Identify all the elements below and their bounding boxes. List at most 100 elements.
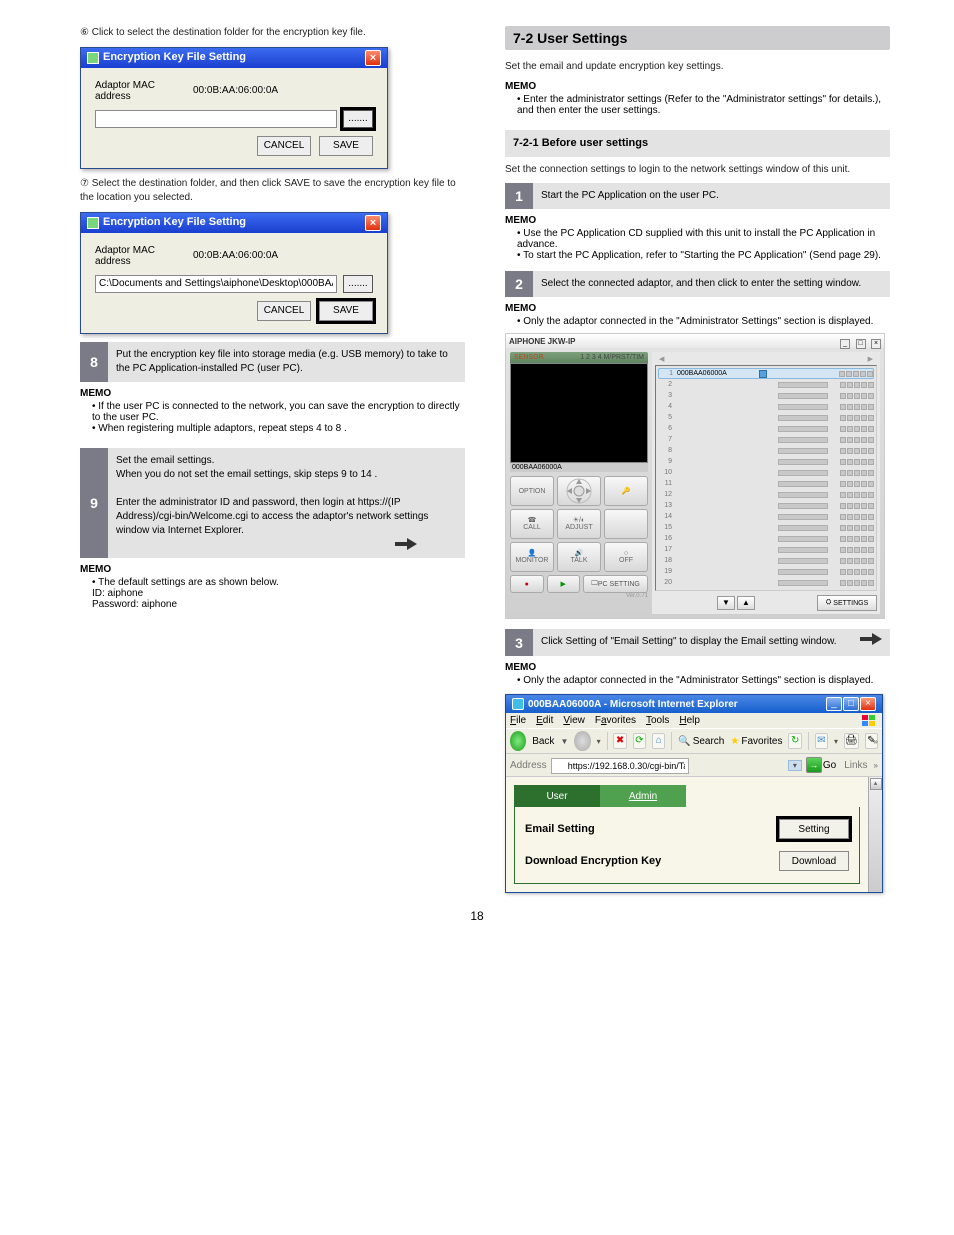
- page-down-button[interactable]: ▼: [717, 596, 735, 610]
- back-dropdown[interactable]: ▼: [560, 737, 568, 746]
- path-input[interactable]: [95, 110, 337, 128]
- maximize-icon[interactable]: □: [856, 339, 866, 349]
- memo-step8: MEMO • If the user PC is connected to th…: [80, 388, 465, 434]
- list-row[interactable]: 13: [658, 500, 874, 511]
- addr-dropdown[interactable]: ▾: [788, 760, 802, 771]
- door-button[interactable]: 🔑: [604, 476, 648, 506]
- step-number: 2: [505, 271, 533, 297]
- close-icon[interactable]: ×: [365, 50, 381, 66]
- encryption-dialog-1: Encryption Key File Setting × Adaptor MA…: [80, 47, 388, 169]
- browse-button[interactable]: .......: [343, 275, 373, 293]
- list-row[interactable]: 17: [658, 544, 874, 555]
- app-icon: [87, 52, 99, 64]
- minimize-icon[interactable]: _: [840, 339, 850, 349]
- email-setting-button[interactable]: Setting: [779, 819, 849, 839]
- list-row[interactable]: 18: [658, 555, 874, 566]
- list-row[interactable]: 4: [658, 401, 874, 412]
- download-button[interactable]: Download: [779, 851, 849, 871]
- menu-edit[interactable]: Edit: [536, 715, 553, 726]
- cancel-button[interactable]: CANCEL: [257, 136, 311, 156]
- mail-icon[interactable]: ✉: [815, 733, 828, 749]
- list-row[interactable]: 15: [658, 522, 874, 533]
- list-row-selected[interactable]: 1 000BAA06000A: [658, 368, 874, 379]
- close-icon[interactable]: ×: [860, 697, 876, 711]
- save-button[interactable]: SAVE: [319, 301, 373, 321]
- list-row[interactable]: 6: [658, 423, 874, 434]
- menu-tools[interactable]: Tools: [646, 715, 669, 726]
- settings-button[interactable]: ⛭SETTINGS: [817, 595, 877, 611]
- scroll-up-icon[interactable]: ▴: [870, 778, 882, 790]
- option-button[interactable]: OPTION: [510, 476, 554, 506]
- dpad-control[interactable]: [557, 476, 601, 506]
- go-button[interactable]: →: [806, 757, 822, 773]
- favorites-button[interactable]: ★Favorites: [730, 736, 782, 747]
- list-row[interactable]: 2: [658, 379, 874, 390]
- app-left-panel: SENSOR 1 2 3 4 M/PRST/TIM 000BAA06000A O…: [510, 352, 648, 614]
- dock-right[interactable]: ▶: [868, 355, 873, 363]
- brightness-button[interactable]: ☀/◐ADJUST: [557, 509, 601, 539]
- minimize-icon[interactable]: _: [826, 697, 842, 711]
- home-icon[interactable]: ⌂: [652, 733, 665, 749]
- tab-admin[interactable]: Admin: [600, 785, 686, 807]
- list-row[interactable]: 20: [658, 577, 874, 588]
- version-label: Ver.0.71: [510, 593, 648, 599]
- list-row[interactable]: 19: [658, 566, 874, 577]
- list-row[interactable]: 7: [658, 434, 874, 445]
- close-icon[interactable]: ×: [365, 215, 381, 231]
- off-button[interactable]: ○OFF: [604, 542, 648, 572]
- close-icon[interactable]: ×: [871, 339, 881, 349]
- history-icon[interactable]: ↻: [788, 733, 801, 749]
- tab-user[interactable]: User: [514, 785, 600, 807]
- list-row[interactable]: 8: [658, 445, 874, 456]
- subsection-title: 7-2-1 Before user settings: [505, 130, 890, 157]
- dock-left[interactable]: ◀: [659, 355, 664, 363]
- cancel-button[interactable]: CANCEL: [257, 301, 311, 321]
- path-input[interactable]: [95, 275, 337, 293]
- menu-file[interactable]: File: [510, 715, 526, 726]
- step-3: 3 Click Setting of "Email Setting" to di…: [505, 629, 890, 656]
- save-button[interactable]: SAVE: [319, 136, 373, 156]
- menu-view[interactable]: View: [563, 715, 585, 726]
- list-row[interactable]: 5: [658, 412, 874, 423]
- print-icon[interactable]: 🖨: [844, 733, 859, 749]
- list-row[interactable]: 14: [658, 511, 874, 522]
- menu-help[interactable]: Help: [679, 715, 700, 726]
- monitor-button[interactable]: 👤MONITOR: [510, 542, 554, 572]
- list-row[interactable]: 12: [658, 489, 874, 500]
- talk-button[interactable]: 🔊TALK: [557, 542, 601, 572]
- left-intro: ⑥ Click to select the destination folder…: [80, 26, 465, 41]
- windows-logo-icon: [862, 715, 876, 727]
- ie-window: 000BAA06000A - Microsoft Internet Explor…: [505, 694, 883, 893]
- play-button[interactable]: ▶: [547, 575, 581, 593]
- call-button[interactable]: ☎CALL: [510, 509, 554, 539]
- maximize-icon[interactable]: □: [843, 697, 859, 711]
- row-indicators: [840, 547, 874, 553]
- forward-button[interactable]: [574, 731, 590, 751]
- scrollbar[interactable]: ▴: [868, 777, 882, 892]
- row-indicators: [840, 503, 874, 509]
- list-row[interactable]: 16: [658, 533, 874, 544]
- page-up-button[interactable]: ▲: [737, 596, 755, 610]
- refresh-icon[interactable]: ⟳: [633, 733, 646, 749]
- row-indicators: [840, 525, 874, 531]
- toolbar-expand[interactable]: »: [874, 737, 878, 746]
- back-button[interactable]: [510, 731, 526, 751]
- browse-button[interactable]: .......: [343, 110, 373, 128]
- row-indicators: [840, 580, 874, 586]
- record-button[interactable]: ●: [510, 575, 544, 593]
- links-label[interactable]: Links: [844, 760, 867, 771]
- search-button[interactable]: 🔍Search: [678, 736, 724, 747]
- adjust-button[interactable]: [604, 509, 648, 539]
- stop-icon[interactable]: ✖: [613, 733, 626, 749]
- list-row[interactable]: 11: [658, 478, 874, 489]
- memo-step3: MEMO • Only the adaptor connected in the…: [505, 662, 890, 686]
- links-expand[interactable]: »: [874, 761, 878, 770]
- list-row[interactable]: 3: [658, 390, 874, 401]
- list-row[interactable]: 10: [658, 467, 874, 478]
- list-row[interactable]: 9: [658, 456, 874, 467]
- mac-value: 00:0B:AA:06:00:0A: [193, 250, 278, 261]
- address-label: Address: [510, 760, 547, 771]
- address-input[interactable]: [551, 758, 689, 774]
- menu-favorites[interactable]: Favorites: [595, 715, 636, 726]
- pc-setting-button[interactable]: 🖵 PC SETTING: [583, 575, 648, 593]
